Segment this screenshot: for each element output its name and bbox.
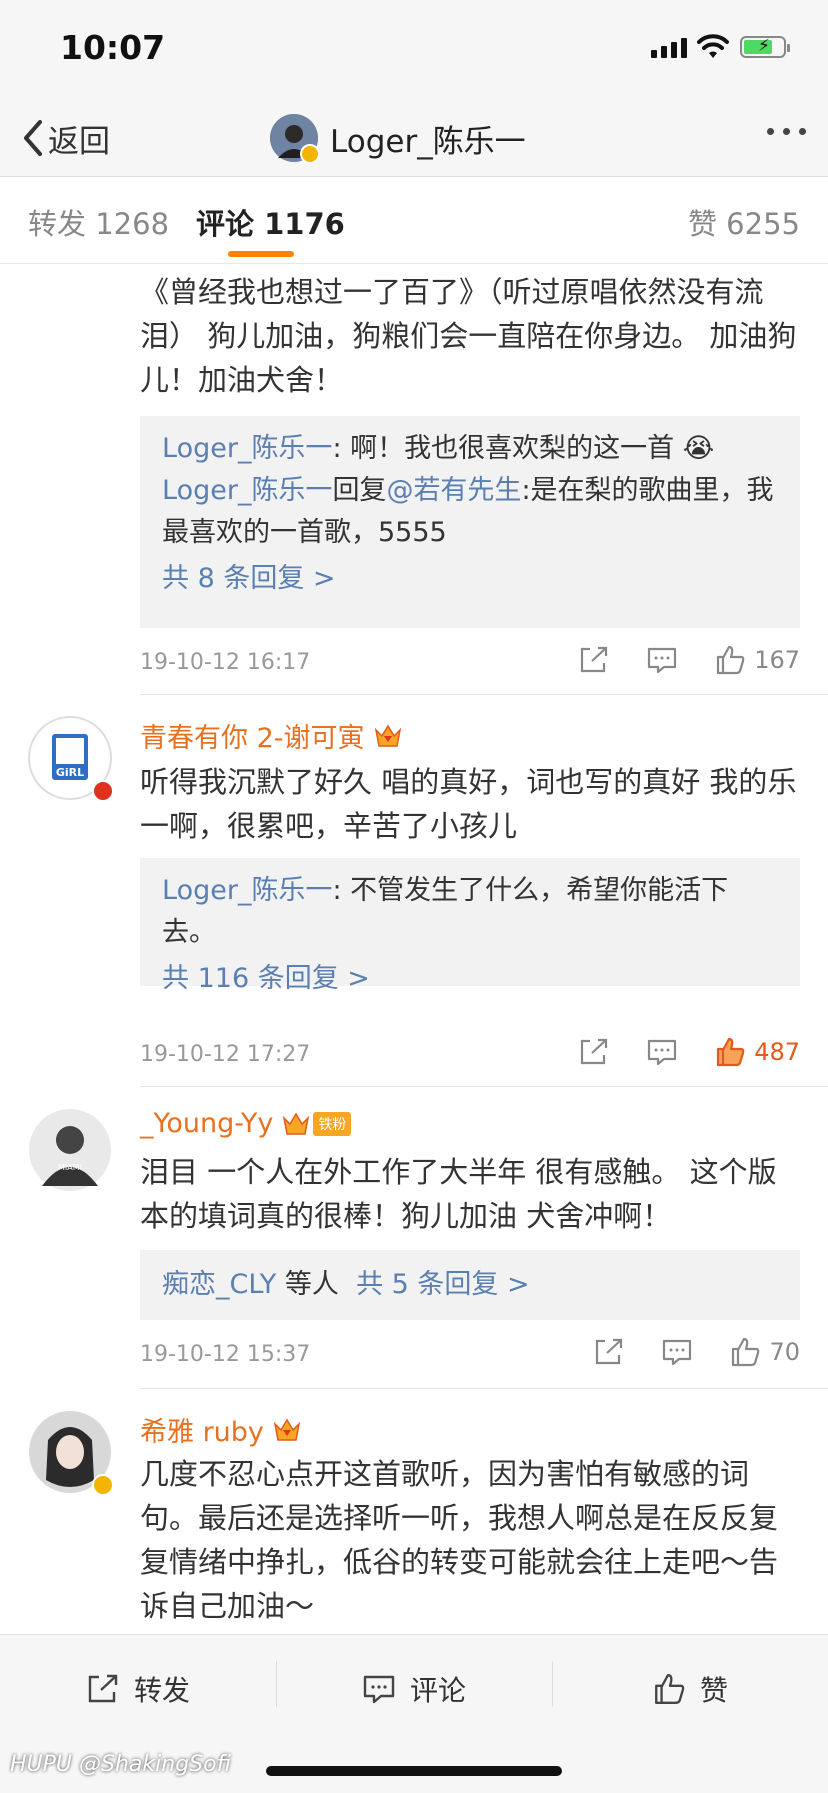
reply-line: Loger_陈乐一: 啊！我也很喜欢梨的这一首 😭 <box>162 428 778 470</box>
reply-user[interactable]: Loger_陈乐一 <box>162 475 332 506</box>
signal-icon <box>651 38 691 58</box>
back-button[interactable]: 返回 <box>22 114 110 162</box>
like-icon[interactable] <box>729 1336 761 1368</box>
comment-username[interactable]: _Young-Yy 铁粉 <box>140 1108 352 1139</box>
comment-meta: 19-10-12 16:17 167 <box>140 644 800 684</box>
comment-date: 19-10-12 17:27 <box>140 1042 311 1067</box>
nav-bar: 返回 Loger_陈乐一 <box>0 100 828 177</box>
comment-username[interactable]: 青春有你 2-谢可寅 <box>140 716 403 755</box>
comment-date: 19-10-12 16:17 <box>140 650 311 675</box>
comment-text: 听得我沉默了好久 唱的真好，词也写的真好 我的乐一啊，很累吧，辛苦了小孩儿 <box>140 765 797 843</box>
divider <box>140 1086 828 1087</box>
crown-badge-icon <box>283 1112 310 1135</box>
verified-badge-icon <box>92 1474 114 1496</box>
like-count: 70 <box>769 1338 800 1366</box>
reply-box[interactable]: Loger_陈乐一: 不管发生了什么，希望你能活下去。 共 116 条回复 > <box>140 858 800 994</box>
avatar[interactable] <box>28 1410 114 1496</box>
verified-badge-icon <box>300 144 320 164</box>
divider <box>552 1661 553 1707</box>
avatar[interactable]: GiRL <box>28 716 114 802</box>
like-count: 487 <box>754 1038 800 1066</box>
divider <box>140 1388 828 1389</box>
comment-text: 泪目 一个人在外工作了大半年 很有感触。 这个版本的填词真的很棒！狗儿加油 犬舍… <box>140 1155 777 1233</box>
comment-label: 评论 <box>410 1674 467 1707</box>
username-label: 希雅 ruby <box>140 1417 264 1448</box>
reply-line: Loger_陈乐一回复@若有先生:是在梨的歌曲里，我最喜欢的一首歌，5555 <box>162 470 778 554</box>
reply-text: : 啊！我也很喜欢梨的这一首 😭 <box>332 433 715 464</box>
divider <box>276 1661 277 1707</box>
crown-badge-icon <box>374 724 401 747</box>
like-label: 赞 <box>700 1674 729 1707</box>
username-label: 青春有你 2-谢可寅 <box>140 723 365 754</box>
share-icon[interactable] <box>593 1337 625 1367</box>
divider <box>140 694 828 695</box>
avatar[interactable] <box>270 114 320 164</box>
like-icon <box>655 1674 685 1704</box>
battery-icon: ⚡ <box>740 36 790 58</box>
reply-user[interactable]: Loger_陈乐一 <box>162 875 332 906</box>
comment-username[interactable]: 希雅 ruby <box>140 1410 302 1449</box>
reply-suffix: 等人 <box>276 1269 339 1300</box>
repost-button[interactable]: 转发 <box>86 1669 190 1709</box>
reply-user[interactable]: Loger_陈乐一 <box>162 433 332 464</box>
comment-meta: 19-10-12 17:27 487 <box>140 1036 800 1076</box>
comment-icon <box>363 1675 395 1704</box>
comment-text: 《曾经我也想过一了百了》（听过原唱依然没有流泪） 狗儿加油，狗粮们会一直陪在你身… <box>140 275 797 397</box>
comment-button[interactable]: 评论 <box>362 1669 466 1709</box>
comment-meta: 19-10-12 15:37 70 <box>140 1336 800 1376</box>
verified-badge-icon <box>92 780 114 802</box>
page-title: Loger_陈乐一 <box>330 123 526 160</box>
like-button[interactable]: 赞 <box>652 1669 728 1709</box>
crown-badge-icon <box>273 1418 301 1441</box>
comment-text: 几度不忍心点开这首歌听，因为害怕有敏感的词句。最后还是选择听一听，我想人啊总是在… <box>140 1457 779 1623</box>
tab-repost[interactable]: 转发 1268 <box>28 201 169 243</box>
reply-line: Loger_陈乐一: 不管发生了什么，希望你能活下去。 <box>162 870 778 954</box>
svg-text:GiRL: GiRL <box>56 766 84 779</box>
status-bar: 10:07 ⚡ <box>0 0 828 100</box>
comment-icon[interactable] <box>661 1337 693 1367</box>
more-replies-link[interactable]: 共 116 条回复 > <box>162 958 778 1000</box>
comment-date: 19-10-12 15:37 <box>140 1342 311 1367</box>
reply-box[interactable]: Loger_陈乐一: 啊！我也很喜欢梨的这一首 😭 Loger_陈乐一回复@若有… <box>140 416 800 628</box>
tab-comments[interactable]: 评论 1176 <box>196 201 345 243</box>
chevron-left-icon <box>24 120 42 156</box>
comment-icon[interactable] <box>646 1037 678 1067</box>
fan-level-badge: 铁粉 <box>313 1111 352 1136</box>
back-label: 返回 <box>48 123 110 160</box>
tab-likes[interactable]: 赞 6255 <box>688 201 800 243</box>
reply-label: 回复 <box>332 475 387 506</box>
tab-underline <box>228 251 294 257</box>
username-label: _Young-Yy <box>140 1108 274 1139</box>
more-icon[interactable] <box>767 128 806 135</box>
wifi-icon <box>697 34 729 58</box>
nav-user[interactable]: Loger_陈乐一 <box>270 108 526 168</box>
comment-icon[interactable] <box>646 645 678 675</box>
reply-mention[interactable]: @若有先生 <box>386 475 521 506</box>
like-icon[interactable] <box>714 1036 746 1068</box>
like-count: 167 <box>754 646 800 674</box>
more-replies-link[interactable]: 共 5 条回复 > <box>356 1269 530 1300</box>
share-icon[interactable] <box>578 1037 610 1067</box>
share-icon[interactable] <box>578 645 610 675</box>
home-indicator[interactable] <box>266 1766 562 1776</box>
like-icon[interactable] <box>714 644 746 676</box>
share-icon <box>88 1674 118 1703</box>
watermark: HUPU @ShakingSofi <box>10 1752 231 1777</box>
reply-user[interactable]: 痴恋_CLY <box>162 1269 276 1300</box>
avatar[interactable]: MIAMI <box>28 1108 112 1192</box>
repost-label: 转发 <box>134 1674 191 1707</box>
more-replies-link[interactable]: 共 8 条回复 > <box>162 558 778 600</box>
status-time: 10:07 <box>60 28 166 67</box>
reply-box[interactable]: 痴恋_CLY 等人 共 5 条回复 > <box>140 1250 800 1320</box>
svg-text:MIAMI: MIAMI <box>58 1163 82 1172</box>
tab-bar: 转发 1268 评论 1176 赞 6255 <box>0 177 828 264</box>
